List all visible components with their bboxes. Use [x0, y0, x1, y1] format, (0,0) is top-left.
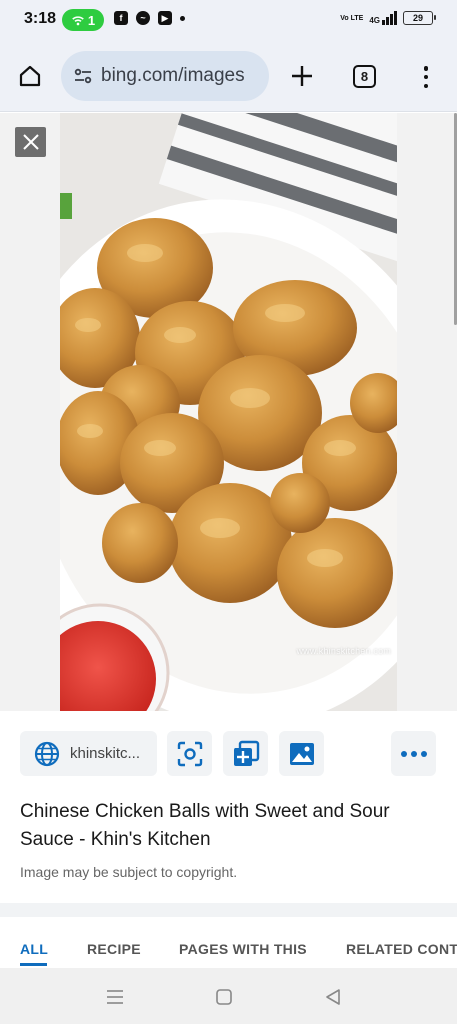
more-horizontal-icon — [400, 750, 427, 757]
tab-switcher-button[interactable]: 8 — [353, 65, 376, 88]
notification-icons: f ~ ▶ — [114, 11, 185, 25]
new-tab-button[interactable] — [289, 63, 315, 89]
signal-icon — [382, 11, 397, 25]
menu-dot-icon — [423, 66, 429, 71]
back-triangle-icon — [326, 989, 340, 1005]
facebook-icon: f — [114, 11, 128, 25]
signal-group: 4G — [369, 11, 397, 25]
youtube-icon: ▶ — [158, 11, 172, 25]
result-image[interactable]: www.khinskitchen.com — [60, 113, 397, 711]
result-tabs: ALL RECIPE PAGES WITH THIS RELATED CONTE… — [0, 917, 457, 967]
network-type: 4G — [369, 16, 380, 25]
tab-recipe[interactable]: RECIPE — [87, 941, 141, 957]
add-to-collection-button[interactable] — [223, 731, 268, 776]
home-nav-button[interactable] — [213, 986, 235, 1008]
more-options-button[interactable] — [391, 731, 436, 776]
status-bar: 3:18 1 f ~ ▶ Vo LTE 4G 29 — [0, 0, 457, 40]
menu-icon — [107, 990, 123, 1004]
back-nav-button[interactable] — [322, 986, 344, 1008]
chicken-balls-photo — [60, 113, 397, 711]
home-icon — [19, 65, 41, 87]
battery-icon: 29 — [403, 11, 436, 25]
image-title[interactable]: Chinese Chicken Balls with Sweet and Sou… — [20, 798, 440, 854]
add-collection-icon — [233, 740, 259, 766]
tab-pages-with-this[interactable]: PAGES WITH THIS — [179, 941, 307, 957]
tab-all[interactable]: ALL — [20, 941, 48, 957]
tab-count: 8 — [360, 69, 369, 84]
browser-toolbar: 8 — [0, 40, 457, 112]
more-notifications-dot-icon — [180, 15, 185, 21]
plus-icon — [292, 66, 312, 86]
address-bar[interactable] — [61, 51, 269, 101]
visual-search-icon — [177, 741, 202, 766]
active-tab-indicator — [20, 963, 47, 966]
recent-apps-button[interactable] — [104, 986, 126, 1008]
system-navigation-bar — [0, 968, 457, 1024]
battery-level: 29 — [412, 13, 423, 23]
close-icon — [22, 134, 39, 150]
menu-dot-icon — [423, 83, 429, 88]
globe-icon — [34, 741, 60, 766]
section-divider — [0, 903, 457, 917]
image-watermark: www.khinskitchen.com — [296, 646, 391, 656]
close-viewer-button[interactable] — [15, 127, 46, 157]
view-image-button[interactable] — [279, 731, 324, 776]
messenger-icon: ~ — [136, 11, 150, 25]
source-label: khinskitc... — [70, 745, 141, 762]
image-details-panel: khinskitc... Chinese Chicken Balls with — [0, 711, 457, 901]
url-input[interactable] — [101, 65, 266, 87]
image-icon — [289, 742, 314, 765]
hotspot-icon — [72, 16, 84, 26]
status-time: 3:18 — [24, 10, 57, 27]
overflow-menu-button[interactable] — [416, 64, 436, 90]
status-indicators: Vo LTE 4G 29 — [340, 11, 436, 25]
hotspot-badge: 1 — [62, 9, 104, 31]
volte-indicator: Vo LTE — [340, 14, 364, 22]
home-button[interactable] — [16, 62, 44, 90]
copyright-notice: Image may be subject to copyright. — [20, 864, 238, 880]
tab-related-content[interactable]: RELATED CONTENT — [346, 941, 457, 957]
square-icon — [216, 989, 232, 1005]
site-settings-icon[interactable] — [73, 66, 93, 86]
menu-dot-icon — [423, 74, 429, 80]
image-viewer: www.khinskitchen.com — [0, 113, 457, 711]
visual-search-button[interactable] — [167, 731, 212, 776]
source-link-button[interactable]: khinskitc... — [20, 731, 157, 776]
hotspot-count: 1 — [87, 12, 96, 28]
